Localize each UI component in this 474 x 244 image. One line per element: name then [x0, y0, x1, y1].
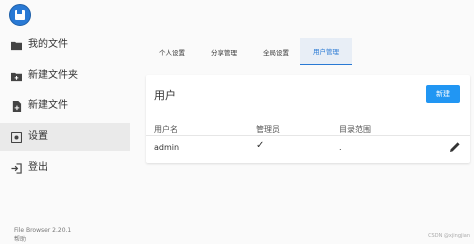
- tab-user-management[interactable]: 用户管理: [300, 38, 352, 65]
- users-card: 用户 新建 用户名 管理员 目录范围 admin ✓ .: [146, 75, 470, 163]
- sidebar-item-new-file[interactable]: 新建文件: [0, 92, 130, 120]
- sidebar-item-new-folder[interactable]: 新建文件夹: [0, 62, 130, 90]
- tab-personal-settings[interactable]: 个人设置: [146, 38, 198, 65]
- divider: [146, 135, 470, 136]
- settings-icon: [11, 131, 22, 143]
- sidebar-item-label: 新建文件夹: [28, 70, 78, 81]
- column-header-admin: 管理员: [256, 125, 280, 134]
- folder-icon: [11, 41, 22, 50]
- sidebar-item-label: 登出: [28, 162, 48, 173]
- column-header-username: 用户名: [154, 125, 178, 134]
- cell-admin-check: ✓: [256, 140, 265, 151]
- cell-scope: .: [339, 143, 342, 152]
- sidebar: 我的文件 新建文件夹 新建文件 设置 登出 File Browser 2.20.…: [0, 30, 130, 244]
- new-user-button[interactable]: 新建: [426, 85, 460, 103]
- help-link[interactable]: 帮助: [14, 236, 26, 244]
- new-file-icon: [12, 100, 22, 112]
- sidebar-item-label: 新建文件: [28, 100, 68, 111]
- card-title: 用户: [154, 89, 176, 102]
- tab-global-settings[interactable]: 全局设置: [250, 38, 302, 65]
- column-header-scope: 目录范围: [339, 125, 371, 134]
- sidebar-item-settings[interactable]: 设置: [0, 123, 130, 151]
- app-logo[interactable]: [9, 4, 31, 26]
- sidebar-item-label: 我的文件: [28, 39, 68, 50]
- edit-icon[interactable]: [449, 141, 461, 153]
- sidebar-item-my-files[interactable]: 我的文件: [0, 31, 130, 59]
- sidebar-item-label: 设置: [28, 131, 48, 142]
- top-bar: [0, 0, 474, 30]
- tab-share-management[interactable]: 分享管理: [198, 38, 250, 65]
- version-text: File Browser 2.20.1: [14, 227, 72, 234]
- watermark: CSDN @xjingjian: [428, 233, 470, 239]
- sidebar-item-logout[interactable]: 登出: [0, 154, 130, 182]
- logout-icon: [11, 162, 22, 174]
- cell-username: admin: [154, 143, 180, 152]
- new-folder-icon: [11, 72, 22, 81]
